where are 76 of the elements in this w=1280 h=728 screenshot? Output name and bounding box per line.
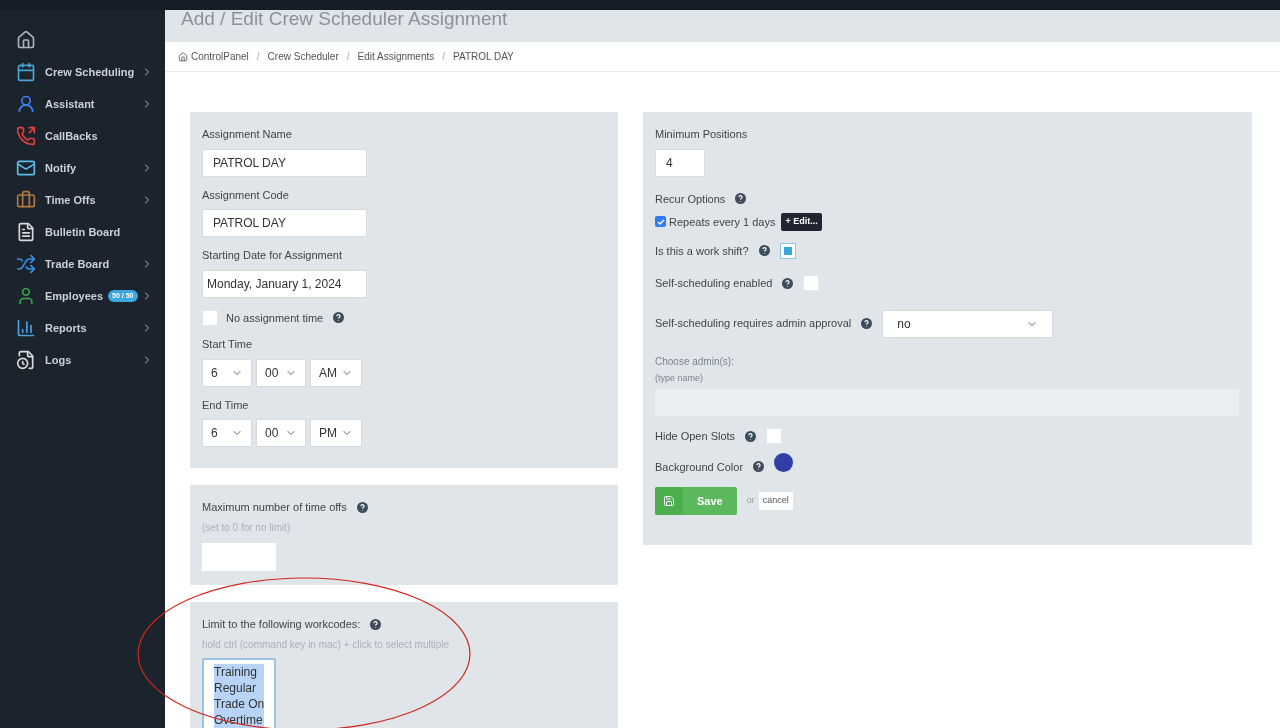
person-icon bbox=[16, 94, 36, 114]
list-option[interactable]: Training bbox=[214, 663, 264, 680]
checkbox[interactable] bbox=[779, 242, 796, 259]
breadcrumb-link[interactable]: ControlPanel bbox=[191, 49, 249, 64]
text-field[interactable]: PATROL DAY bbox=[202, 209, 367, 237]
field-label: Assignment Name bbox=[202, 127, 292, 142]
help-icon[interactable] bbox=[758, 245, 770, 257]
calendar-icon bbox=[16, 62, 36, 82]
help-icon[interactable] bbox=[333, 312, 345, 324]
date-field[interactable]: Monday, January 1, 2024 bbox=[202, 269, 367, 298]
text-field[interactable]: PATROL DAY bbox=[202, 148, 367, 177]
field-label: Hide Open Slots bbox=[655, 429, 736, 444]
sidebar-item[interactable]: Time Offs bbox=[0, 184, 165, 216]
field-label: Starting Date for Assignment bbox=[202, 248, 342, 263]
or-text: or bbox=[746, 494, 755, 508]
field-label: Maximum number of time offs bbox=[202, 500, 347, 515]
envelope-icon bbox=[16, 158, 36, 178]
person-icon bbox=[16, 286, 36, 306]
page-title: Add / Edit Crew Scheduler Assignment bbox=[181, 10, 508, 30]
cancel-link[interactable]: cancel bbox=[758, 492, 793, 510]
help-icon[interactable] bbox=[370, 618, 382, 630]
help-icon[interactable] bbox=[735, 193, 747, 205]
period-select[interactable]: AM bbox=[310, 358, 362, 387]
help-icon[interactable] bbox=[782, 277, 794, 289]
sidebar-item[interactable]: Logs bbox=[0, 344, 165, 376]
sidebar-item[interactable]: Notify bbox=[0, 152, 165, 184]
home-icon bbox=[16, 30, 36, 50]
floppy-icon bbox=[663, 495, 675, 507]
sidebar-item[interactable]: Bulletin Board bbox=[0, 216, 165, 248]
field-label: Limit to the following workcodes: bbox=[202, 617, 361, 632]
breadcrumb-link[interactable]: Edit Assignments bbox=[357, 49, 435, 64]
log-file-icon bbox=[16, 350, 36, 370]
color-swatch[interactable] bbox=[774, 453, 794, 473]
minute-select[interactable]: 00 bbox=[256, 419, 306, 447]
minute-select[interactable]: 00 bbox=[256, 358, 306, 387]
field-label: Choose admin(s): bbox=[655, 354, 735, 369]
sidebar-item[interactable]: Trade Board bbox=[0, 248, 165, 280]
help-icon[interactable] bbox=[753, 461, 765, 473]
hint-text: (type name) bbox=[655, 371, 705, 385]
sidebar-item[interactable]: CallBacks bbox=[0, 120, 165, 152]
sidebar-item[interactable]: Reports bbox=[0, 312, 165, 344]
breadcrumb-link[interactable]: PATROL DAY bbox=[453, 49, 514, 64]
home-icon bbox=[178, 51, 188, 62]
field-label: Assignment Code bbox=[202, 187, 289, 203]
help-icon[interactable] bbox=[861, 318, 873, 329]
field-label: No assignment time bbox=[226, 310, 324, 326]
shuffle-icon bbox=[16, 254, 36, 274]
hour-select[interactable]: 6 bbox=[202, 358, 252, 387]
field-label: Start Time bbox=[202, 337, 253, 352]
field-label: Background Color bbox=[655, 459, 744, 475]
help-icon[interactable] bbox=[745, 430, 757, 442]
field-label: Recur Options bbox=[655, 191, 726, 207]
field-label: Self-scheduling requires admin approval bbox=[655, 316, 852, 332]
number-field[interactable] bbox=[202, 542, 276, 571]
approval-select[interactable]: no bbox=[882, 309, 1054, 338]
phone-icon bbox=[16, 126, 36, 146]
briefcase-icon bbox=[16, 190, 36, 210]
hour-select[interactable]: 6 bbox=[202, 419, 252, 447]
field-label: Self-scheduling enabled bbox=[655, 276, 773, 291]
breadcrumb-separator: / bbox=[442, 50, 446, 64]
number-field[interactable]: 4 bbox=[655, 148, 705, 177]
recur-text: Repeats every 1 days bbox=[669, 214, 776, 230]
sidebar-item[interactable]: Assistant bbox=[0, 88, 165, 120]
period-select[interactable]: PM bbox=[310, 419, 362, 447]
bar-chart-icon bbox=[16, 318, 36, 338]
document-icon bbox=[16, 222, 36, 242]
field-label: Is this a work shift? bbox=[655, 243, 749, 259]
checkbox[interactable] bbox=[655, 216, 666, 228]
breadcrumb-link[interactable]: Crew Scheduler bbox=[267, 49, 339, 64]
field-label: Minimum Positions bbox=[655, 127, 748, 142]
breadcrumb-separator: / bbox=[346, 50, 350, 64]
edit-button[interactable]: + Edit... bbox=[781, 213, 822, 231]
field-label: End Time bbox=[202, 397, 249, 413]
sidebar-item[interactable]: Crew Scheduling bbox=[0, 56, 165, 88]
breadcrumb-separator: / bbox=[256, 50, 260, 64]
help-icon[interactable] bbox=[356, 501, 368, 513]
